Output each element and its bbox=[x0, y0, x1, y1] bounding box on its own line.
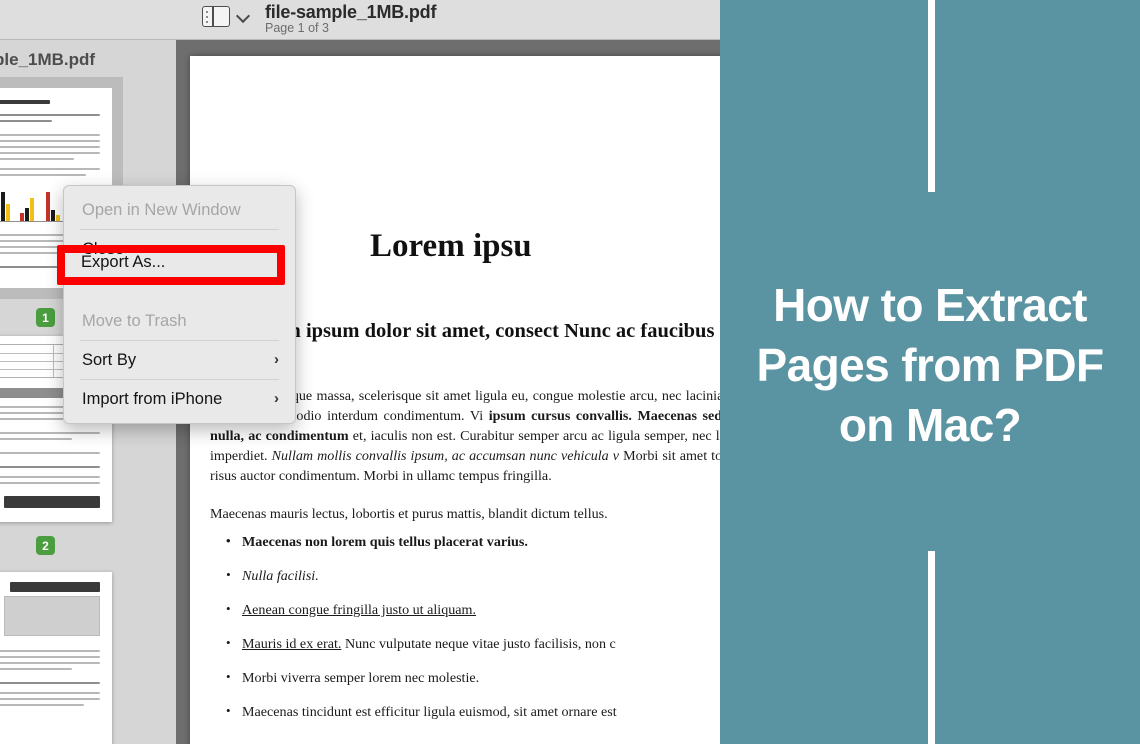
menu-item-export-as[interactable]: Export As... bbox=[64, 267, 295, 303]
list-item-text: Mauris id ex erat. bbox=[242, 636, 342, 652]
window-toolbar: file-sample_1MB.pdf Page 1 of 3 bbox=[0, 0, 720, 40]
para1-d: Nullam mollis convallis ipsum, ac accums… bbox=[271, 448, 620, 464]
document-bullet-list: Maecenas non lorem quis tellus placerat … bbox=[226, 533, 720, 738]
list-item-text: Aenean congue fringilla justo ut aliquam… bbox=[242, 602, 477, 618]
sidebar-toggle-icon[interactable] bbox=[202, 6, 230, 27]
menu-item-sort-by[interactable]: Sort By › bbox=[64, 342, 295, 378]
menu-item-import-from-iphone[interactable]: Import from iPhone › bbox=[64, 381, 295, 417]
list-item: Aenean congue fringilla justo ut aliquam… bbox=[226, 601, 720, 619]
chevron-down-icon[interactable] bbox=[238, 11, 249, 22]
decorative-line-top bbox=[928, 0, 935, 192]
page-status: Page 1 of 3 bbox=[265, 21, 329, 35]
menu-separator bbox=[80, 379, 279, 380]
sidebar-toggle-dots bbox=[206, 10, 209, 24]
list-item-text: Maecenas non lorem quis tellus placerat … bbox=[242, 534, 528, 550]
chevron-right-icon: › bbox=[274, 390, 279, 407]
menu-separator bbox=[80, 229, 279, 230]
title-panel: How to Extract Pages from PDF on Mac? bbox=[720, 0, 1140, 744]
list-item-text: Morbi viverra semper lorem nec molestie. bbox=[242, 670, 480, 686]
menu-item-move-to-trash[interactable]: Move to Trash bbox=[64, 303, 295, 339]
preview-app-window: sample_1MB.pdf bbox=[0, 0, 720, 744]
decorative-line-bottom bbox=[928, 551, 935, 744]
menu-separator bbox=[80, 340, 279, 341]
list-item-text: Nulla facilisi. bbox=[242, 568, 319, 584]
menu-item-label: Import from iPhone bbox=[82, 390, 223, 408]
list-item: Maecenas non lorem quis tellus placerat … bbox=[226, 533, 720, 551]
menu-item-export-as-label: Export As... bbox=[81, 253, 166, 271]
thumbnail-page-3[interactable] bbox=[0, 572, 112, 744]
sidebar-filename-label: sample_1MB.pdf bbox=[0, 50, 96, 69]
page-title: file-sample_1MB.pdf bbox=[265, 2, 437, 22]
list-item: Nulla facilisi. bbox=[226, 567, 720, 585]
list-item: Mauris id ex erat. Nunc vulputate neque … bbox=[226, 635, 720, 653]
sidebar-toggle-divider bbox=[212, 7, 214, 26]
panel-heading: How to Extract Pages from PDF on Mac? bbox=[756, 279, 1105, 451]
document-heading: Lorem ipsu bbox=[370, 228, 532, 264]
context-menu[interactable]: Open in New Window Close Export As... Mo… bbox=[63, 185, 296, 424]
menu-item-label: Open in New Window bbox=[82, 201, 241, 219]
thumbnail-badge-1: 1 bbox=[36, 308, 55, 327]
list-item: Maecenas tincidunt est efficitur ligula … bbox=[226, 703, 720, 721]
menu-item-open-in-new-window[interactable]: Open in New Window bbox=[64, 192, 295, 228]
menu-item-label: Sort By bbox=[82, 351, 137, 369]
document-paragraph-2: Maecenas mauris lectus, lobortis et puru… bbox=[210, 506, 608, 522]
menu-item-label: Move to Trash bbox=[82, 312, 187, 330]
thumbnail-badge-2: 2 bbox=[36, 536, 55, 555]
chevron-right-icon: › bbox=[274, 351, 279, 368]
list-item-text: Maecenas tincidunt est efficitur ligula … bbox=[242, 704, 617, 720]
list-item: Morbi viverra semper lorem nec molestie. bbox=[226, 669, 720, 687]
list-item-text-trailing: Nunc vulputate neque vitae justo facilis… bbox=[341, 636, 616, 652]
